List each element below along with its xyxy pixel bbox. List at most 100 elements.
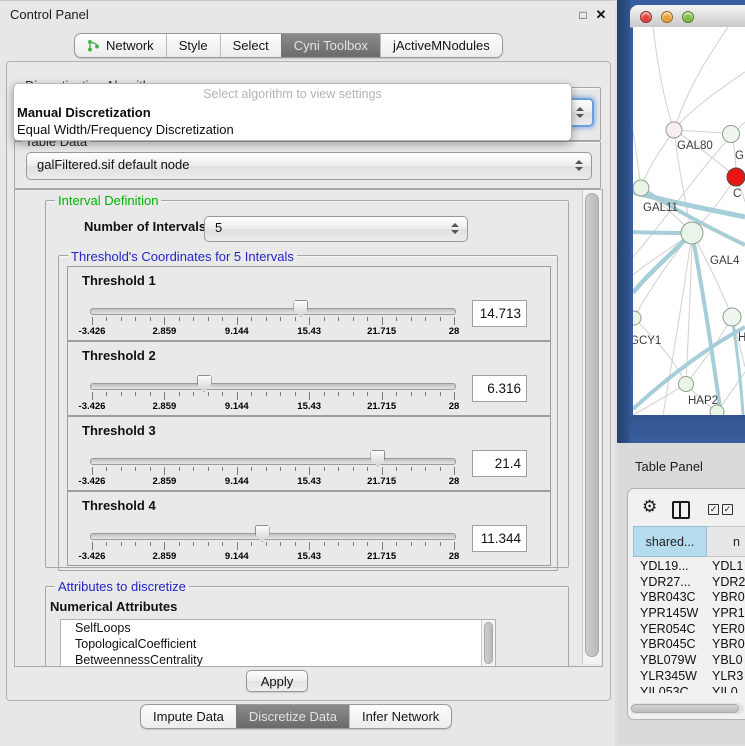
table-cell[interactable]: YIL053C (633, 685, 707, 694)
threshold-value-input[interactable] (472, 375, 527, 402)
table-cell[interactable]: YDR27... (633, 575, 707, 591)
table-cell[interactable]: YDL1 (707, 559, 743, 575)
checkbox-icon[interactable]: ✓ (708, 504, 719, 515)
table-row[interactable]: YIL053CYIL0 (633, 685, 745, 694)
slider-track[interactable] (90, 458, 456, 465)
slider-tick-label: 2.859 (142, 326, 186, 337)
slider-tick (266, 392, 267, 396)
float-window-icon[interactable]: □ (576, 8, 590, 22)
table-cell[interactable]: YBR0 (707, 590, 745, 606)
table-row[interactable]: YBR045CYBR0 (633, 637, 745, 653)
slider-track[interactable] (90, 383, 456, 390)
table-row[interactable]: YER054CYER0 (633, 622, 745, 638)
close-icon[interactable]: ✕ (594, 7, 608, 23)
popup-option-equal-width[interactable]: Equal Width/Frequency Discretization (14, 120, 571, 137)
tab-network[interactable]: Network (75, 34, 166, 57)
network-node[interactable] (723, 308, 741, 326)
combo-stepper-icon[interactable] (576, 107, 584, 119)
combo-stepper-icon[interactable] (451, 223, 459, 235)
zoom-traffic-light-icon[interactable] (682, 11, 694, 23)
table-cell[interactable]: YER0 (707, 622, 745, 638)
table-cell[interactable]: YPR1 (707, 606, 745, 622)
table-cell[interactable]: YER054C (633, 622, 707, 638)
network-node[interactable] (633, 311, 641, 325)
tab-infer-network[interactable]: Infer Network (349, 705, 451, 728)
scrollbar-thumb[interactable] (585, 193, 599, 657)
network-node-label: GAL4 (710, 255, 739, 267)
table-cell[interactable]: YBR0 (707, 637, 745, 653)
combo-stepper-icon[interactable] (575, 160, 583, 172)
network-canvas[interactable]: GAL80GCGAL11GAL4GCY1HHAP2 (633, 27, 745, 415)
table-row[interactable]: YBL079WYBL0 (633, 653, 745, 669)
attribute-list-item[interactable]: BetweennessCentrality (61, 652, 495, 667)
table-cell[interactable]: YBR043C (633, 590, 707, 606)
network-window-titlebar[interactable] (630, 5, 745, 28)
network-node[interactable] (681, 222, 703, 244)
slider-tick (106, 542, 107, 546)
table-cell[interactable]: YBR045C (633, 637, 707, 653)
threshold-label: Threshold 3 (82, 423, 156, 438)
tab-cyni-toolbox[interactable]: Cyni Toolbox (281, 34, 380, 57)
slider-tick (280, 392, 281, 396)
attribute-list-item[interactable]: SelfLoops (61, 620, 495, 636)
table-cell[interactable]: YBL0 (707, 653, 743, 669)
apply-button[interactable]: Apply (246, 670, 308, 692)
network-node[interactable] (633, 180, 649, 196)
tab-select[interactable]: Select (220, 34, 281, 57)
slider-tick-label: 21.715 (360, 476, 404, 487)
tab-discretize-data[interactable]: Discretize Data (236, 705, 349, 728)
table-row[interactable]: YPR145WYPR1 (633, 606, 745, 622)
tab-impute-data[interactable]: Impute Data (141, 705, 236, 728)
slider-track[interactable] (90, 533, 456, 540)
scrollbar-thumb[interactable] (631, 704, 739, 713)
slider-track[interactable] (90, 308, 456, 315)
split-columns-icon[interactable] (672, 501, 690, 519)
table-cell[interactable]: YIL0 (707, 685, 738, 694)
slider-tick-label: 21.715 (360, 551, 404, 562)
network-node[interactable] (666, 122, 682, 138)
table-cell[interactable]: YBL079W (633, 653, 707, 669)
threshold-value-input[interactable] (472, 450, 527, 477)
slider-tick (266, 542, 267, 546)
table-row[interactable]: YLR345WYLR3 (633, 669, 745, 685)
tab-jactivemnodules[interactable]: jActiveMNodules (380, 34, 502, 57)
table-row[interactable]: YDL19...YDL1 (633, 559, 745, 575)
threshold-value-input[interactable] (472, 525, 527, 552)
table-cell[interactable]: YPR145W (633, 606, 707, 622)
window-frame-bottom (630, 415, 745, 443)
column-header-shared-name[interactable]: shared... (633, 526, 707, 557)
table-cell[interactable]: YLR345W (633, 669, 707, 685)
table-data-combobox[interactable]: galFiltered.sif default node (26, 152, 592, 180)
table-cell[interactable]: YLR3 (707, 669, 743, 685)
tab-style[interactable]: Style (166, 34, 220, 57)
network-node[interactable] (727, 168, 745, 186)
table-row[interactable]: YBR043CYBR0 (633, 590, 745, 606)
table-cell[interactable]: YDL19... (633, 559, 707, 575)
coords-group-title: Threshold's Coordinates for 5 Intervals (68, 249, 297, 264)
scrollbar-thumb[interactable] (484, 622, 493, 664)
num-intervals-combobox[interactable]: 5 (204, 216, 468, 242)
table-row[interactable]: YDR27...YDR2 (633, 575, 745, 591)
network-node[interactable] (723, 126, 740, 143)
pane-scrollbar[interactable] (582, 190, 601, 664)
threshold-value-input[interactable] (472, 300, 527, 327)
attribute-list-item[interactable]: TopologicalCoefficient (61, 636, 495, 652)
minimize-traffic-light-icon[interactable] (661, 11, 673, 23)
popup-option-manual[interactable]: Manual Discretization (14, 103, 571, 120)
network-node[interactable] (679, 377, 694, 392)
horizontal-scrollbar[interactable] (630, 703, 744, 714)
slider-tick (251, 467, 252, 471)
gear-icon[interactable]: ⚙ (642, 497, 657, 517)
close-traffic-light-icon[interactable] (640, 11, 652, 23)
column-header-name[interactable]: n (707, 526, 745, 557)
threshold-label: Threshold 4 (82, 498, 156, 513)
table-rows: YDL19...YDL1YDR27...YDR2YBR043CYBR0YPR14… (633, 559, 745, 693)
attributes-scrollbar[interactable] (481, 620, 495, 667)
slider-tick (193, 392, 194, 396)
threshold-block: Threshold 1-3.4262.8599.14415.4321.71528 (67, 266, 551, 341)
slider-tick (135, 467, 136, 471)
slider-tick (425, 542, 426, 546)
slider-tick (208, 467, 209, 471)
table-cell[interactable]: YDR2 (707, 575, 745, 591)
checkbox-icon[interactable]: ✓ (722, 504, 733, 515)
